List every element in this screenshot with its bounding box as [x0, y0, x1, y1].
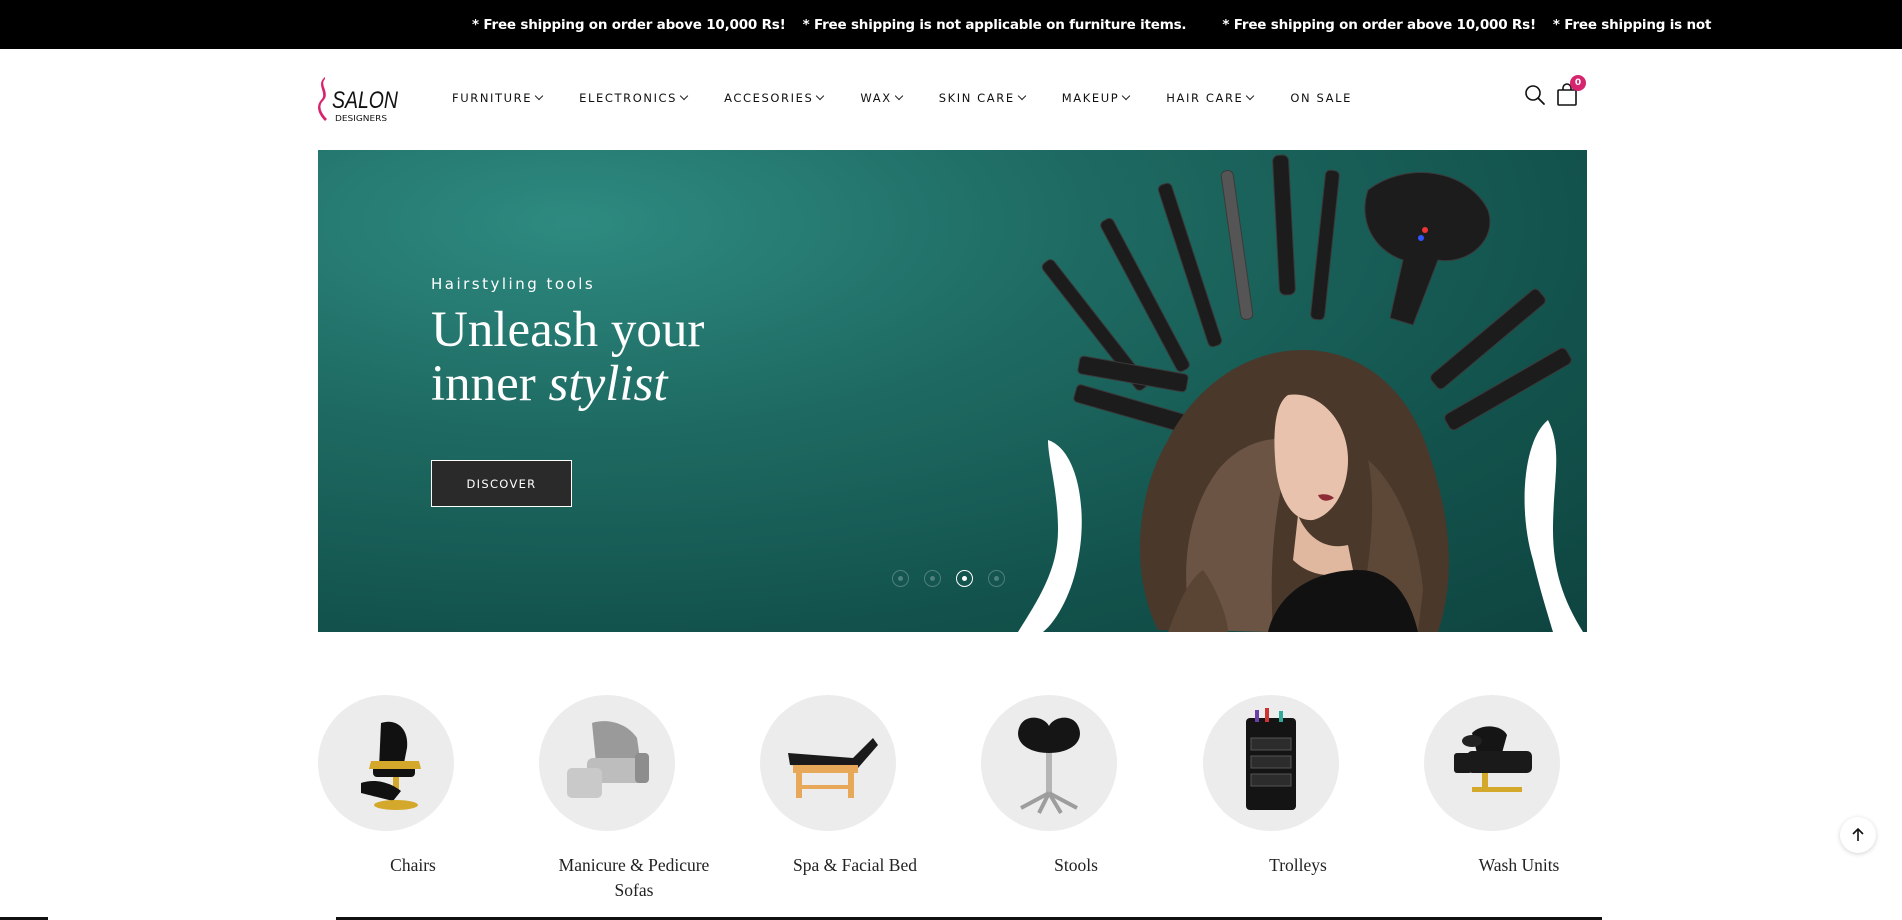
nav-item-hair-care[interactable]: HAIR CARE	[1166, 91, 1255, 105]
wash-unit-icon	[1424, 695, 1560, 831]
slider-dot-1[interactable]	[892, 570, 909, 587]
chevron-down-icon	[1246, 91, 1255, 101]
nav-item-accesories[interactable]: ACCESORIES	[724, 91, 825, 105]
header-icons: 0	[1524, 75, 1586, 107]
cart-button[interactable]: 0	[1556, 75, 1586, 107]
category-label: Manicure & Pedicure Sofas	[558, 855, 710, 900]
announcement-message: * Free shipping on order above 10,000 Rs…	[472, 16, 786, 33]
svg-text:DESIGNERS: DESIGNERS	[335, 114, 387, 123]
chevron-down-icon	[679, 91, 689, 101]
category-label: Stools	[1054, 855, 1098, 875]
chevron-down-icon	[1017, 91, 1026, 101]
slider-dots	[892, 570, 1020, 587]
nav-item-makeup[interactable]: MAKEUP	[1062, 91, 1131, 105]
category-chairs[interactable]: Chairs	[318, 695, 508, 878]
pedicure-sofa-icon	[539, 695, 675, 831]
nav-item-electronics[interactable]: ELECTRONICS	[579, 91, 689, 105]
svg-text:SALON: SALON	[332, 87, 399, 114]
saddle-stool-icon	[981, 695, 1117, 831]
discover-button[interactable]: DISCOVER	[431, 460, 572, 507]
slider-dot-4[interactable]	[988, 570, 1005, 587]
hero-title-line-1: Unleash your	[431, 302, 705, 358]
nav-item-on-sale[interactable]: ON SALE	[1290, 91, 1352, 105]
site-header: SALON DESIGNERS FURNITURE ELECTRONICS AC…	[0, 49, 1902, 150]
nav-item-wax[interactable]: WAX	[860, 91, 903, 105]
facial-bed-icon	[760, 695, 896, 831]
hero-eyebrow: Hairstyling tools	[431, 275, 596, 293]
arrow-up-icon	[1852, 828, 1864, 841]
category-trolleys[interactable]: Trolleys	[1203, 695, 1393, 878]
slider-dot-3[interactable]	[956, 570, 973, 587]
category-list: Chairs Manicure & Pedicure Sofas Spa & F…	[318, 695, 1587, 920]
announcement-message: * Free shipping is not applicable on fur…	[802, 16, 1187, 33]
category-label: Chairs	[390, 855, 436, 875]
category-label: Trolleys	[1269, 855, 1327, 875]
category-stools[interactable]: Stools	[981, 695, 1171, 878]
announcement-message: * Free shipping on order above 10,000 Rs…	[1222, 16, 1536, 33]
search-icon[interactable]	[1524, 84, 1546, 106]
category-spa-facial-bed[interactable]: Spa & Facial Bed	[760, 695, 950, 878]
announcement-track: * Free shipping on order above 10,000 Rs…	[472, 0, 1728, 49]
nav-item-furniture[interactable]: FURNITURE	[452, 91, 544, 105]
hero-model-image	[1018, 154, 1583, 632]
hero-banner: Hairstyling tools Unleash your inner sty…	[318, 150, 1587, 632]
chevron-down-icon	[816, 91, 825, 101]
announcement-bar: * Free shipping on order above 10,000 Rs…	[0, 0, 1902, 49]
barber-chair-icon	[318, 695, 454, 831]
category-label: Wash Units	[1478, 855, 1560, 875]
announcement-message: * Free shipping is not	[1552, 16, 1712, 33]
hero-title-line-2: inner stylist	[431, 356, 668, 412]
trolley-icon	[1203, 695, 1339, 831]
category-manicure-pedicure-sofas[interactable]: Manicure & Pedicure Sofas	[539, 695, 729, 903]
chevron-down-icon	[1122, 91, 1131, 101]
hero-title: Unleash your inner stylist	[431, 303, 704, 411]
nav-item-skin-care[interactable]: SKIN CARE	[939, 91, 1026, 105]
site-logo[interactable]: SALON DESIGNERS	[317, 75, 401, 125]
category-label: Spa & Facial Bed	[793, 855, 917, 875]
chevron-down-icon	[894, 91, 903, 101]
chevron-down-icon	[534, 91, 544, 101]
cart-count-badge: 0	[1570, 75, 1586, 91]
slider-dot-2[interactable]	[924, 570, 941, 587]
category-wash-units[interactable]: Wash Units	[1424, 695, 1614, 878]
back-to-top-button[interactable]	[1840, 817, 1876, 853]
main-nav: FURNITURE ELECTRONICS ACCESORIES WAX SKI…	[452, 89, 1389, 107]
